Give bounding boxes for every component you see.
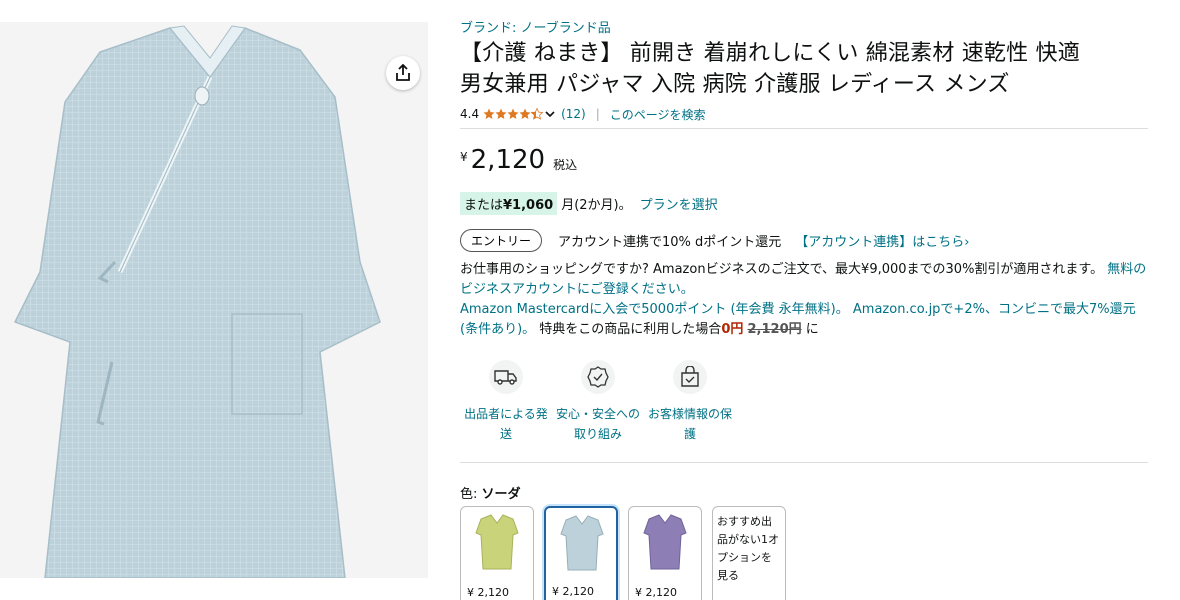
swatch-price: ¥ 2,120 — [467, 586, 509, 599]
price-tax-label: 税込 — [553, 158, 578, 172]
swatch-soda[interactable]: ¥ 2,120 — [544, 506, 618, 600]
price-symbol: ¥ — [460, 150, 468, 164]
search-page-link[interactable]: このページを検索 — [610, 106, 706, 123]
star-icon — [483, 108, 495, 119]
divider — [460, 128, 1148, 129]
rating-value: 4.4 — [460, 107, 480, 121]
feature-icons: 出品者による発送 安心・安全への取り組み お客様情報の保護 — [460, 360, 1150, 444]
installment-prefix: または — [464, 197, 504, 213]
shield-badge-icon — [581, 360, 615, 394]
product-info: ブランド: ノーブランド品 【介護 ねまき】 前開き 着崩れしにくい 綿混素材 … — [460, 20, 1150, 600]
mastercard-benefit-text: 特典をこの商品に利用した場合 — [539, 322, 722, 337]
lock-bag-icon — [673, 360, 707, 394]
business-text: お仕事用のショッピングですか? Amazonビジネスのご注文で、最大¥9,000… — [460, 262, 1104, 277]
account-link[interactable]: 【アカウント連携】はこちら› — [795, 231, 969, 250]
swatch-yellow-green[interactable]: ¥ 2,120 — [460, 506, 534, 600]
feature-label: お客様情報の保護 — [647, 407, 732, 441]
installment-amount: ¥1,060 — [503, 197, 554, 213]
share-button[interactable] — [386, 56, 420, 90]
mastercard-zero-price: 0円 — [721, 322, 744, 337]
truck-icon — [489, 360, 523, 394]
dpoint-row: エントリー アカウント連携で10% dポイント還元 【アカウント連携】はこちら› — [460, 228, 1150, 252]
other-options-swatch[interactable]: おすすめ出品がない1オプションを見る — [712, 506, 786, 600]
title-line-1: 【介護 ねまき】 前開き 着崩れしにくい 綿混素材 速乾性 快適 — [460, 41, 1080, 66]
price-value: 2,120 — [470, 145, 546, 175]
swatch-thumbnail — [475, 514, 519, 570]
price: ¥ 2,120 税込 — [460, 146, 1150, 180]
star-icon — [507, 108, 519, 119]
chevron-down-icon[interactable] — [545, 110, 555, 118]
color-label: 色: — [460, 487, 478, 502]
feature-label: 安心・安全への取り組み — [555, 407, 640, 441]
separator: | — [595, 107, 600, 121]
swatch-price: ¥ 2,120 — [552, 585, 594, 598]
divider — [460, 462, 1148, 463]
feature-label: 出品者による発送 — [464, 407, 548, 441]
mastercard-suffix: に — [805, 322, 819, 337]
product-page: ブランド: ノーブランド品 【介護 ねまき】 前開き 着崩れしにくい 綿混素材 … — [0, 0, 1180, 600]
color-swatches: ¥ 2,120 ¥ 2,120 ¥ 2,120 おすすめ出品がない1オプションを… — [460, 506, 1150, 600]
mastercard-promo: Amazon Mastercardに入会で5000ポイント (年会費 永年無料)… — [460, 300, 1150, 340]
entry-button[interactable]: エントリー — [460, 228, 543, 252]
swatch-thumbnail — [560, 515, 604, 571]
business-promo: お仕事用のショッピングですか? Amazonビジネスのご注文で、最大¥9,000… — [460, 260, 1150, 300]
swatch-thumbnail — [643, 514, 687, 570]
color-value: ソーダ — [481, 487, 521, 502]
mastercard-strike-price: 2,120円 — [747, 322, 802, 337]
robe-illustration — [13, 25, 381, 578]
share-icon — [396, 64, 410, 81]
rating-row: 4.4 (12) | このページを検索 — [460, 103, 1150, 125]
installment-months: 月(2か月)。 — [561, 197, 632, 213]
select-plan-link[interactable]: プランを選択 — [640, 194, 718, 213]
brand-link[interactable]: ブランド: ノーブランド品 — [460, 20, 1150, 38]
half-star-icon — [531, 108, 544, 120]
swatch-purple[interactable]: ¥ 2,120 — [628, 506, 702, 600]
feature-seller-shipping[interactable]: 出品者による発送 — [460, 360, 552, 444]
title-line-2: 男女兼用 パジャマ 入院 病院 介護服 レディース メンズ — [460, 72, 1010, 97]
star-icon — [519, 108, 531, 119]
review-count-link[interactable]: (12) — [561, 107, 586, 121]
star-rating[interactable] — [483, 108, 544, 120]
star-icon — [495, 108, 507, 119]
other-options-text: おすすめ出品がない1オプションを見る — [717, 515, 779, 582]
product-title: 【介護 ねまき】 前開き 着崩れしにくい 綿混素材 速乾性 快適 男女兼用 パジ… — [460, 38, 1150, 100]
product-image[interactable] — [0, 22, 428, 578]
color-selection-label: 色: ソーダ — [460, 483, 1150, 502]
installment-row: または¥1,060 月(2か月)。 プランを選択 — [460, 191, 1150, 215]
swatch-price: ¥ 2,120 — [635, 586, 677, 599]
feature-safety[interactable]: 安心・安全への取り組み — [552, 360, 644, 444]
feature-privacy[interactable]: お客様情報の保護 — [644, 360, 736, 444]
installment-badge: または¥1,060 — [460, 191, 558, 215]
dpoint-text: アカウント連携で10% dポイント還元 — [558, 234, 782, 250]
